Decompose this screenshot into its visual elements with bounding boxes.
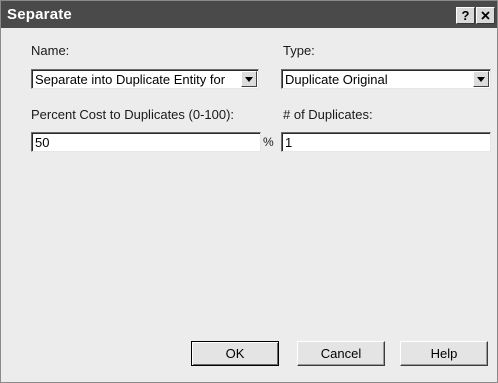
ok-button[interactable]: OK xyxy=(191,341,279,366)
close-icon xyxy=(481,8,490,23)
percent-input[interactable]: 50 xyxy=(31,132,261,152)
chevron-down-icon xyxy=(245,77,253,82)
name-combobox-value: Separate into Duplicate Entity for xyxy=(35,72,226,87)
cancel-button[interactable]: Cancel xyxy=(297,341,385,366)
type-dropdown-button[interactable] xyxy=(473,71,489,87)
type-label: Type: xyxy=(283,43,315,58)
name-combobox[interactable]: Separate into Duplicate Entity for xyxy=(31,69,259,89)
chevron-down-icon xyxy=(477,77,485,82)
type-combobox[interactable]: Duplicate Original xyxy=(281,69,491,89)
title-help-button[interactable]: ? xyxy=(456,7,475,24)
duplicates-input[interactable]: 1 xyxy=(281,132,491,152)
title-bar[interactable]: Separate ? xyxy=(1,1,497,28)
dialog-title: Separate xyxy=(7,6,72,23)
title-close-button[interactable] xyxy=(476,7,495,24)
name-label: Name: xyxy=(31,43,70,58)
help-button[interactable]: Help xyxy=(400,341,488,366)
duplicates-label: # of Duplicates: xyxy=(283,107,373,122)
percent-unit-label: % xyxy=(263,135,274,149)
type-combobox-value: Duplicate Original xyxy=(285,72,388,87)
percent-label: Percent Cost to Duplicates (0-100): xyxy=(31,107,235,122)
separate-dialog: Separate ? Name: Separate into Duplicate… xyxy=(0,0,498,383)
name-dropdown-button[interactable] xyxy=(241,71,257,87)
